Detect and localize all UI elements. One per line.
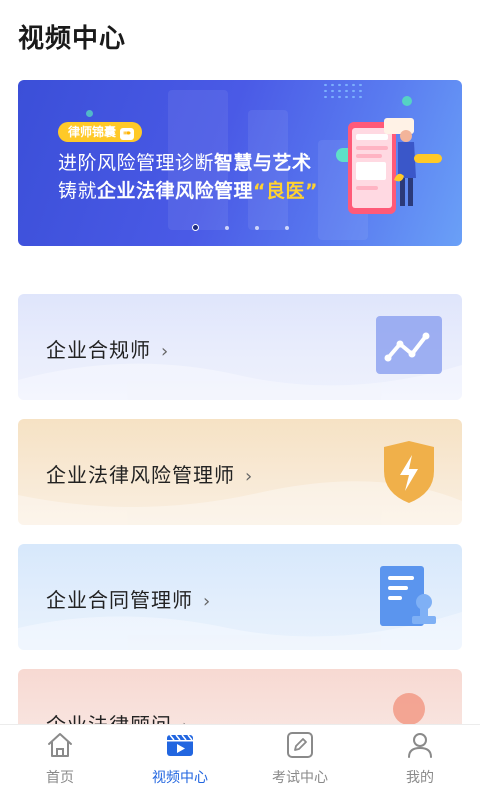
course-card-contract[interactable]: 企业合同管理师 › xyxy=(18,544,462,650)
course-title: 企业合同管理师 xyxy=(46,588,193,612)
banner-tag: 律师锦囊 ➠ xyxy=(58,122,143,142)
user-icon xyxy=(408,733,432,758)
tab-home[interactable]: 首页 xyxy=(0,725,120,800)
tab-exam-center[interactable]: 考试中心 xyxy=(240,725,360,800)
course-card-compliance[interactable]: 企业合规师 › xyxy=(18,294,462,400)
course-title: 企业法律风险管理师 xyxy=(46,463,235,487)
banner-tag-label: 律师锦囊 xyxy=(68,125,117,139)
bottom-tab-bar: 首页 视频中心 考试中心 我的 xyxy=(0,724,480,800)
arrow-icon: ➠ xyxy=(120,128,135,140)
tab-label: 我的 xyxy=(406,770,434,786)
pager-dot[interactable] xyxy=(224,226,229,230)
banner-line1-bold: 智慧与艺术 xyxy=(214,152,312,174)
shield-lightning-icon xyxy=(384,441,434,503)
page-title: 视频中心 xyxy=(18,24,127,54)
course-card-label: 企业合规师 › xyxy=(46,334,169,363)
pager-dot[interactable] xyxy=(284,226,289,230)
pager-dot-active[interactable] xyxy=(191,224,199,231)
tab-label: 考试中心 xyxy=(272,770,328,786)
line-chart-icon xyxy=(376,316,442,374)
chevron-right-icon: › xyxy=(245,466,254,487)
course-card-legal-risk[interactable]: 企业法律风险管理师 › xyxy=(18,419,462,525)
pager-dot[interactable] xyxy=(254,226,259,230)
phone-person-illustration xyxy=(348,118,442,214)
banner-line2-text: 铸就 xyxy=(58,180,98,202)
banner-line2-bold: 企业法律风险管理 xyxy=(97,180,254,202)
course-card-label: 企业法律风险管理师 › xyxy=(46,459,253,488)
chevron-right-icon: › xyxy=(161,341,170,362)
banner-line1-text: 进阶风险管理诊断 xyxy=(58,152,215,174)
tab-label: 首页 xyxy=(46,770,74,786)
exam-edit-icon xyxy=(287,732,313,758)
course-title: 企业合规师 xyxy=(46,338,151,362)
course-card-label: 企业合同管理师 › xyxy=(46,584,211,613)
banner-headline-2: 铸就企业法律风险管理“良医” xyxy=(58,176,318,203)
decor-dot xyxy=(402,96,412,106)
chevron-right-icon: › xyxy=(203,591,212,612)
contract-seal-icon xyxy=(380,566,436,626)
banner-headline-1: 进阶风险管理诊断智慧与艺术 xyxy=(58,148,312,175)
promo-banner[interactable]: 律师锦囊 ➠ 进阶风险管理诊断智慧与艺术 铸就企业法律风险管理“良医” xyxy=(18,80,462,246)
decor-dot xyxy=(86,110,93,117)
banner-pager[interactable] xyxy=(18,224,462,232)
dots-pattern xyxy=(322,82,366,100)
tab-video-center[interactable]: 视频中心 xyxy=(120,725,240,800)
banner-line2-highlight: “良医” xyxy=(253,180,319,202)
tab-profile[interactable]: 我的 xyxy=(360,725,480,800)
video-icon xyxy=(167,734,193,756)
home-icon xyxy=(48,733,72,757)
tab-label: 视频中心 xyxy=(152,770,208,786)
